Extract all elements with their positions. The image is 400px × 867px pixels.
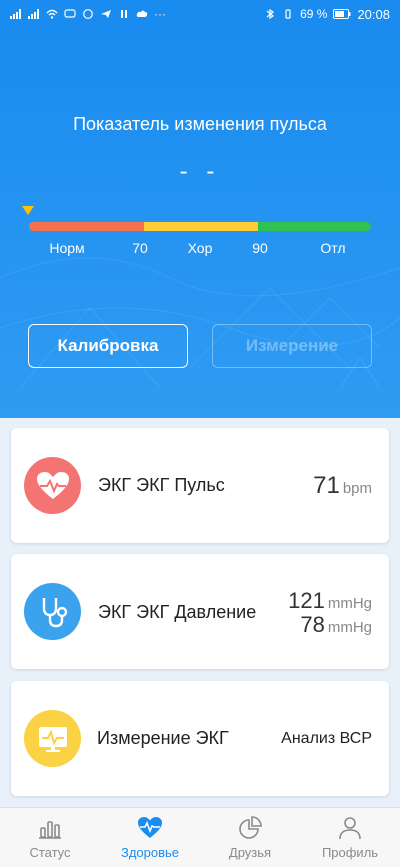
heart-pulse-icon [24,457,81,514]
whatsapp-icon [83,9,93,19]
user-icon [339,816,361,839]
chat-icon [64,9,76,18]
pause-icon [121,10,127,18]
systolic-value: 121 [288,588,325,613]
calibrate-button[interactable]: Калибровка [28,324,188,368]
scale-label-good: Хор [187,240,213,256]
hrv-scale-segment-0 [29,222,144,231]
pulse-card[interactable]: ЭКГ ЭКГ Пульс 71 bpm [11,428,389,543]
bottom-navigation: Статус Здоровье Друзья Профиль [0,807,400,867]
battery-icon [333,9,351,19]
ecg-title: Измерение ЭКГ [97,728,229,748]
hrv-scale-segment-2 [258,222,371,231]
pulse-value-row: 71 bpm [313,472,372,500]
diastolic-row: 78 mmHg [300,612,372,638]
nav-friends[interactable]: Друзья [200,808,300,867]
vibrate-icon [285,9,291,19]
systolic-unit: mmHg [327,595,372,612]
pulse-value: 71 [313,472,340,499]
nav-health-label: Здоровье [120,844,180,860]
scale-label-excellent: Отл [320,240,346,256]
wifi-icon [46,9,58,19]
systolic-row: 121 mmHg [288,588,372,614]
hrv-scale-segment-1 [143,222,259,231]
bar-chart-icon [39,820,61,839]
cloud-icon [136,10,148,17]
bluetooth-icon [266,9,275,19]
status-icons-left: ··· [10,7,166,21]
scale-pointer-icon [22,206,34,215]
scale-label-90: 90 [252,240,268,256]
telegram-icon [101,10,111,18]
ecg-monitor-icon [24,710,81,767]
status-bar: ··· 69 % 20:08 [0,0,400,28]
diastolic-value: 78 [300,612,325,637]
measure-button[interactable]: Измерение [212,324,372,368]
signal-icon [10,9,21,19]
ecg-card[interactable]: Измерение ЭКГ Анализ ВСР [11,681,389,796]
pressure-card[interactable]: ЭКГ ЭКГ Давление 121 mmHg 78 mmHg [11,554,389,669]
nav-health[interactable]: Здоровье [100,808,200,867]
hrv-scale-labels: Норм 70 Хор 90 Отл [0,240,400,258]
nav-status[interactable]: Статус [0,808,100,867]
scale-label-norm: Норм [49,240,85,256]
pulse-unit: bpm [342,480,372,497]
status-time: 20:08 [357,6,390,22]
status-icons-right: 69 % 20:08 [264,7,390,22]
signal-icon-2 [28,9,39,19]
nav-profile-label: Профиль [321,844,379,860]
battery-percent: 69 % [300,7,328,21]
nav-status-label: Статус [29,844,71,860]
nav-friends-label: Друзья [228,844,272,860]
hrv-analysis-link[interactable]: Анализ ВСР [281,730,372,748]
pie-chart-icon [239,815,262,839]
heart-pulse-nav-icon [138,816,162,838]
pulse-title: ЭКГ ЭКГ Пульс [98,475,225,495]
diastolic-unit: mmHg [327,619,372,636]
hrv-title: Показатель изменения пульса [73,114,327,134]
heart-rate-variability-panel: Показатель изменения пульса - - Норм 70 … [0,28,400,418]
hrv-value: - - [179,158,221,185]
hrv-scale-bar [29,222,371,231]
status-dots: ··· [154,7,166,21]
nav-profile[interactable]: Профиль [300,808,400,867]
stethoscope-icon [24,583,81,640]
scale-label-70: 70 [132,240,148,256]
pressure-title: ЭКГ ЭКГ Давление [98,602,257,622]
